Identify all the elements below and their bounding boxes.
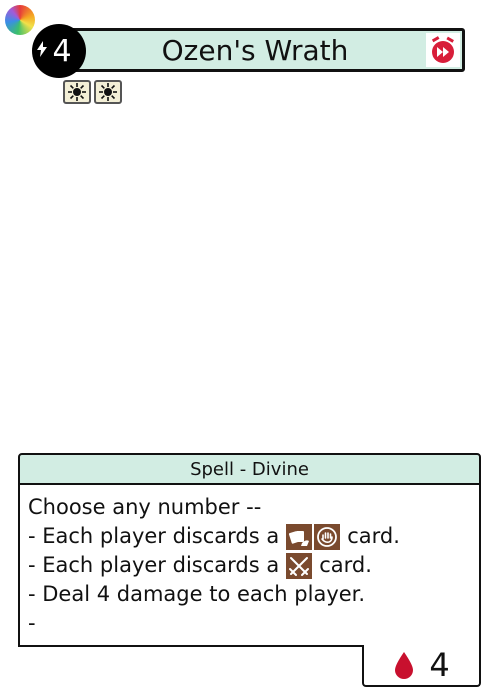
- card-title: Ozen's Wrath: [161, 33, 349, 67]
- cards-icon: [286, 523, 313, 550]
- blood-drop-icon: [395, 652, 414, 679]
- cost-circle: 4: [32, 24, 86, 78]
- rules-line: - Each player discards a card.: [28, 552, 372, 579]
- rules-line: - Deal 4 damage to each player.: [28, 582, 366, 606]
- hand-icon: [314, 523, 341, 550]
- card-title-bar: Ozen's Wrath: [55, 28, 465, 72]
- sun-icon: [94, 80, 122, 104]
- health-value: 4: [429, 646, 450, 684]
- rules-line: - Each player discards a card.: [28, 523, 400, 550]
- rules-line: -: [28, 611, 36, 635]
- lightning-icon: [37, 41, 47, 57]
- health-box: 4: [362, 645, 481, 687]
- cost-value: 4: [52, 33, 72, 69]
- card-type-line: Spell - Divine: [18, 453, 481, 485]
- card-tags: [63, 80, 122, 104]
- sun-icon: [63, 80, 91, 104]
- card-rules-text: Choose any number -- - Each player disca…: [18, 483, 481, 647]
- rules-line: Choose any number --: [28, 495, 262, 519]
- crossed-swords-icon: [286, 552, 313, 579]
- timer-icon[interactable]: [426, 33, 460, 67]
- app-logo-icon: [5, 5, 35, 35]
